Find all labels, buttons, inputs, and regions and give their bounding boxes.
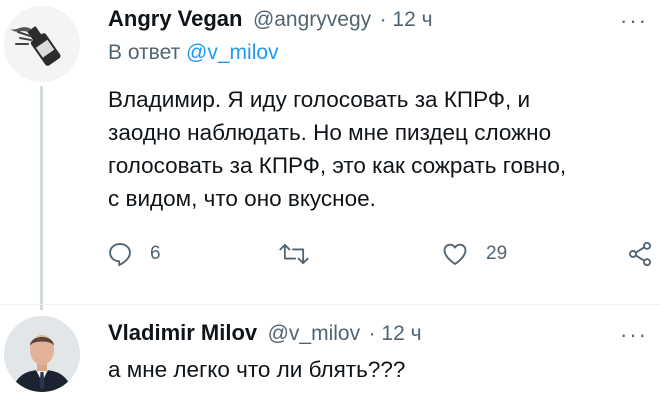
author-name[interactable]: Vladimir Milov <box>108 320 257 345</box>
retweet-icon <box>279 243 309 265</box>
tweet-text-line: Владимир. Я иду голосовать за КПРФ, и <box>108 87 531 112</box>
more-options-icon[interactable]: ··· <box>620 8 648 34</box>
tweet-text: а мне легко что ли блять??? <box>108 357 406 382</box>
heart-icon <box>443 243 467 265</box>
like-button[interactable]: 29 <box>440 240 507 268</box>
share-icon <box>629 241 651 267</box>
author-handle[interactable]: @angryvegy <box>253 8 371 31</box>
reply-context: В ответ @v_milov <box>108 41 279 65</box>
reply-button[interactable]: 6 <box>106 240 161 268</box>
bottle-logo-icon <box>4 6 80 82</box>
reply-to-link[interactable]: @v_milov <box>186 41 279 64</box>
avatar-vladimir-milov[interactable] <box>4 316 80 392</box>
reply-count: 6 <box>150 243 161 264</box>
share-button[interactable] <box>626 240 654 268</box>
reply-icon <box>109 243 131 267</box>
like-count: 29 <box>486 243 508 264</box>
tweet-timestamp[interactable]: · 12 ч <box>380 8 433 31</box>
author-handle[interactable]: @v_milov <box>268 322 361 345</box>
tweet-text-line: заодно наблюдать. Но мне пиздец сложно <box>108 120 552 145</box>
retweet-button[interactable] <box>278 240 310 268</box>
avatar-angry-vegan[interactable] <box>4 6 80 82</box>
more-options-icon[interactable]: ··· <box>620 322 648 348</box>
tweet-text-line: с видом, что оно вкусное. <box>108 186 376 211</box>
tweet-divider <box>0 304 660 305</box>
thread-line <box>40 86 43 310</box>
tweet-timestamp[interactable]: · 12 ч <box>369 322 422 345</box>
reply-prefix: В ответ <box>108 41 181 64</box>
author-name[interactable]: Angry Vegan <box>108 6 242 31</box>
tweet-text: Владимир. Я иду голосовать за КПРФ, и за… <box>108 83 566 215</box>
profile-photo-icon <box>4 316 80 392</box>
tweet-text-line: голосовать за КПРФ, это как сожрать говн… <box>108 153 567 178</box>
